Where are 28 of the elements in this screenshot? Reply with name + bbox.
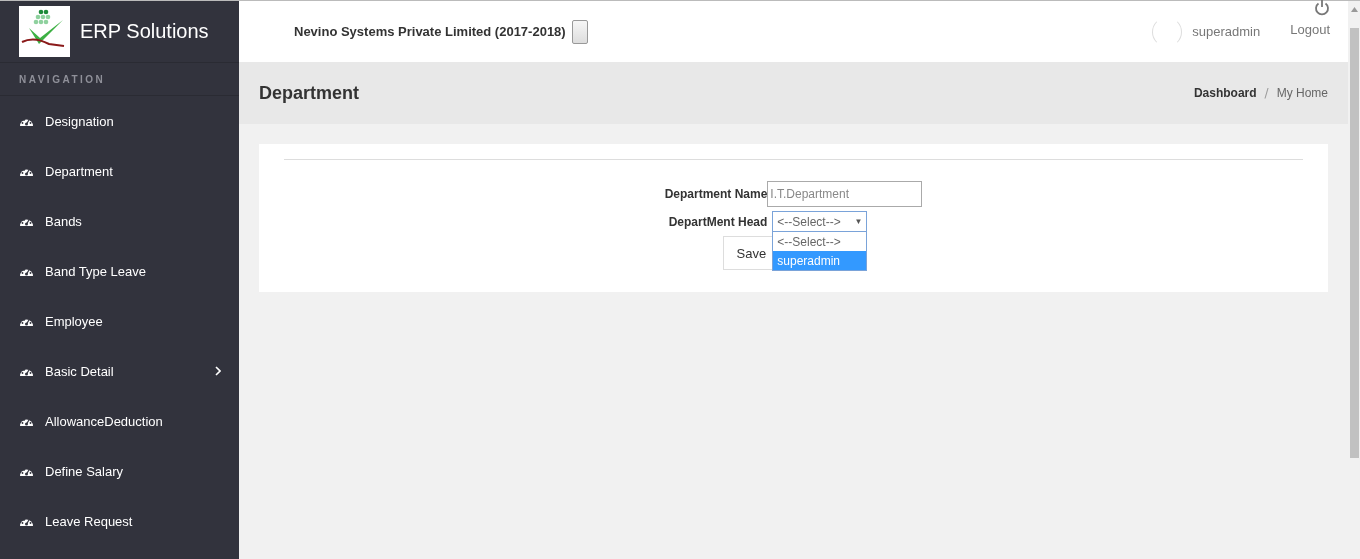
logout-link[interactable]: Logout <box>1290 21 1330 37</box>
company-logo <box>19 6 70 57</box>
nav-item[interactable]: AllowanceDeduction <box>45 413 221 429</box>
nav-item[interactable]: Leave Request <box>45 513 221 529</box>
company-switch-button[interactable] <box>571 19 588 44</box>
power-icon[interactable] <box>1314 0 1330 16</box>
field-label: DepartMent Head <box>668 214 768 229</box>
breadcrumb-separator: / <box>1264 86 1269 100</box>
nav-item[interactable]: Designation <box>45 113 221 129</box>
nav-item[interactable]: Bands <box>45 213 221 229</box>
nav-heading: NAVIGATION <box>19 73 106 85</box>
user-name[interactable]: superadmin <box>1192 24 1261 39</box>
nav-item[interactable]: Basic Detail <box>45 363 204 379</box>
nav-item[interactable]: Department <box>45 163 221 179</box>
scrollbar-thumb[interactable] <box>1349 28 1359 458</box>
nav-item[interactable]: Employee <box>45 313 221 329</box>
dropdown-arrow-icon: ▼ <box>854 217 863 226</box>
breadcrumb-link[interactable]: My Home <box>1276 86 1328 100</box>
department-head-select[interactable]: <--Select--> ▼ <box>772 211 868 232</box>
app-title: ERP Solutions <box>80 20 209 43</box>
nav-item[interactable]: Band Type Leave <box>45 263 221 279</box>
page-title: Department <box>259 82 361 104</box>
scroll-up-icon[interactable] <box>1350 7 1358 12</box>
field-label: Department Name <box>664 187 768 201</box>
nav-item[interactable]: Define Salary <box>45 463 221 479</box>
company-name: Nevino Systems Private Limited (2017-2018) <box>294 24 566 39</box>
breadcrumb-link[interactable]: Dashboard <box>1193 86 1257 100</box>
department-name-field[interactable]: I.T.Department <box>767 181 923 207</box>
